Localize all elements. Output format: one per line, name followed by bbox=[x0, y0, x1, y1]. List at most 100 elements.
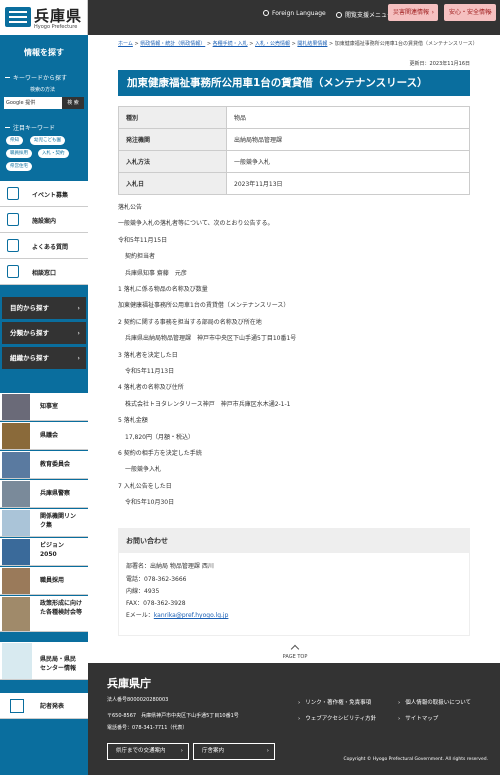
email-link[interactable]: kanrika@pref.hyogo.lg.jp bbox=[154, 612, 229, 619]
chevron-right-icon: › bbox=[180, 748, 183, 754]
body-paragraph: 4 落札者の名称及び住所 bbox=[118, 384, 184, 391]
body-paragraph: 契約担当者 bbox=[125, 253, 156, 260]
chevron-right-icon: › bbox=[77, 304, 80, 312]
prefectural-center-link[interactable]: 県民局・県民センター情報 bbox=[0, 642, 88, 680]
vision-photo bbox=[2, 539, 30, 565]
footer-link-sitemap[interactable]: サイトマップ bbox=[398, 714, 438, 722]
keyword-tag[interactable]: 入札・契約 bbox=[38, 149, 69, 158]
breadcrumb-link[interactable]: ホーム bbox=[118, 41, 133, 47]
contact-box: お問い合わせ 部署名：出納局 物品管理課 西川 電話：078-362-3666 … bbox=[118, 528, 470, 636]
breadcrumb-link[interactable]: 開札結果情報 bbox=[297, 41, 327, 47]
body-paragraph: 7 入札公告をした日 bbox=[118, 483, 172, 490]
keyword-tag[interactable]: 県知 bbox=[6, 136, 23, 145]
corporate-number: 法人番号8000020280003 bbox=[107, 697, 169, 703]
page-top-button[interactable]: PAGE TOP bbox=[270, 644, 320, 660]
photo-link-vision[interactable]: ビジョン2050 bbox=[0, 538, 88, 566]
sidebar-item-faq[interactable]: よくある質問 bbox=[0, 233, 88, 259]
photo-link-assembly[interactable]: 県議会 bbox=[0, 422, 88, 450]
hot-keywords-heading: 注目キーワード bbox=[5, 123, 55, 132]
sidebar-item-consultation[interactable]: 相談窓口 bbox=[0, 259, 88, 285]
sidebar: 情報を探す キーワードから探す 検索の方法 Google 提供 検 索 注目キー… bbox=[0, 35, 88, 775]
table-row: 発注機関 出納局物品管理課 bbox=[118, 128, 470, 151]
site-header: 兵庫県 Hyogo Prefecture Foreign Language 閲覧… bbox=[0, 0, 500, 35]
safety-info-button[interactable]: 安心・安全情報 › bbox=[444, 4, 496, 21]
contact-extension: 内線：4935 bbox=[126, 588, 160, 595]
table-value: 2023年11月13日 bbox=[226, 172, 470, 195]
info-table: 種別 物品 発注機関 出納局物品管理課 入札方法 一般競争入札 入札日 2023年11月… bbox=[118, 106, 470, 195]
browse-by-purpose[interactable]: 目的から探す › bbox=[2, 297, 86, 319]
browse-by-organization[interactable]: 組織から探す › bbox=[2, 347, 86, 369]
search-input[interactable]: Google 提供 bbox=[4, 97, 62, 109]
keyword-tag[interactable]: 幼児こども園 bbox=[30, 136, 65, 145]
contact-email: Eメール：kanrika@pref.hyogo.lg.jp bbox=[126, 612, 229, 619]
body-paragraph: 令和5年11月13日 bbox=[125, 368, 175, 375]
breadcrumb-link[interactable]: 県政情報・統計（県政情報） bbox=[140, 41, 205, 47]
photo-link-related-links[interactable]: 関係機関リンク集 bbox=[0, 509, 88, 537]
table-value: 出納局物品管理課 bbox=[226, 128, 470, 151]
site-logo[interactable]: 兵庫県 Hyogo Prefecture bbox=[0, 0, 88, 35]
table-value: 物品 bbox=[226, 106, 470, 129]
table-key: 入札方法 bbox=[118, 150, 227, 173]
disaster-info-button[interactable]: 災害関連情報 › bbox=[388, 4, 438, 21]
body-paragraph: 兵庫県出納局物品管理課 神戸市中央区下山手通5丁目10番1号 bbox=[125, 335, 297, 342]
photo-link-education[interactable]: 教育委員会 bbox=[0, 451, 88, 479]
copyright: Copyright © Hyogo Prefectural Government… bbox=[343, 757, 488, 762]
body-paragraph: 令和5年11月15日 bbox=[118, 237, 168, 244]
page-title: 加東健康福祉事務所公用車1台の賃貸借（メンテナンスリース） bbox=[118, 70, 470, 96]
sidebar-item-events[interactable]: イベント募集 bbox=[0, 181, 88, 207]
footer-phone: 電話番号：078-341-7711（代表） bbox=[107, 725, 188, 731]
keyword-search-heading: キーワードから探す bbox=[5, 73, 67, 82]
sidebar-item-facilities[interactable]: 施設案内 bbox=[0, 207, 88, 233]
map-icon bbox=[2, 643, 32, 679]
contact-fax: FAX：078-362-3928 bbox=[126, 600, 186, 607]
megaphone-icon bbox=[7, 187, 19, 200]
building-icon bbox=[7, 213, 19, 226]
policy-photo bbox=[2, 597, 30, 631]
photo-link-governor[interactable]: 知事室 bbox=[0, 393, 88, 421]
table-key: 種別 bbox=[118, 106, 227, 129]
hyogo-emblem-icon bbox=[5, 7, 31, 27]
foreign-language-link[interactable]: Foreign Language bbox=[263, 10, 326, 17]
search-method-link[interactable]: 検索の方法 bbox=[30, 86, 55, 93]
building-guide-button[interactable]: 庁舎案内 › bbox=[193, 743, 275, 760]
chevron-right-icon: › bbox=[77, 329, 80, 337]
search-button[interactable]: 検 索 bbox=[62, 97, 84, 109]
chevron-right-icon: › bbox=[431, 9, 434, 16]
footer-link-privacy[interactable]: 個人情報の取扱いについて bbox=[398, 698, 471, 706]
chevron-right-icon: › bbox=[489, 9, 492, 16]
breadcrumb-link[interactable]: 各種手続・入札 bbox=[213, 41, 248, 47]
browse-support-link[interactable]: 閲覧支援メニュー bbox=[336, 10, 393, 19]
chevron-right-icon: › bbox=[266, 748, 269, 754]
logo-text: 兵庫県 bbox=[34, 7, 83, 25]
assembly-photo bbox=[2, 423, 30, 449]
press-release-link[interactable]: 記者発表 bbox=[0, 693, 88, 719]
breadcrumb-link[interactable]: 入札・公売情報 bbox=[255, 41, 290, 47]
chevron-up-icon bbox=[290, 644, 300, 654]
browse-by-category[interactable]: 分類から探す › bbox=[2, 322, 86, 344]
table-key: 入札日 bbox=[118, 172, 227, 195]
education-photo bbox=[2, 452, 30, 478]
breadcrumb-current: 加東健康福祉事務所公用車1台の賃貸借（メンテナンスリース） bbox=[334, 41, 478, 47]
body-paragraph: 17,820円（月額・税込） bbox=[125, 434, 194, 441]
body-paragraph: 株式会社トヨタレンタリース神戸 神戸市兵庫区水木通2-1-1 bbox=[125, 401, 291, 408]
photo-link-policy-review[interactable]: 政策形成に向けた各種検討会等 bbox=[0, 596, 88, 632]
keyword-tag[interactable]: 職員採用 bbox=[6, 149, 32, 158]
contact-dept: 部署名：出納局 物品管理課 西川 bbox=[126, 563, 214, 570]
table-row: 入札方法 一般競争入札 bbox=[118, 150, 470, 173]
globe-icon bbox=[263, 10, 269, 16]
body-paragraph: 加東健康福祉事務所公用車1台の賃貸借（メンテナンスリース） bbox=[118, 302, 290, 309]
person-icon bbox=[7, 265, 19, 278]
contact-phone: 電話：078-362-3666 bbox=[126, 576, 187, 583]
access-button[interactable]: 県庁までの交通案内 › bbox=[107, 743, 189, 760]
body-paragraph: 1 落札に係る物品の名称及び数量 bbox=[118, 286, 208, 293]
keyword-tag[interactable]: 県営住宅 bbox=[6, 162, 32, 171]
contact-heading: お問い合わせ bbox=[119, 529, 469, 553]
body-paragraph: 一般競争入札 bbox=[125, 466, 162, 473]
footer-link-accessibility[interactable]: ウェブアクセシビリティ方針 bbox=[298, 714, 376, 722]
photo-link-police[interactable]: 兵庫県警察 bbox=[0, 480, 88, 508]
footer-link-copyright[interactable]: リンク・著作権・免責事項 bbox=[298, 698, 371, 706]
photo-link-recruitment[interactable]: 職員採用 bbox=[0, 567, 88, 595]
table-key: 発注機関 bbox=[118, 128, 227, 151]
sidebar-title: 情報を探す bbox=[24, 48, 64, 57]
footer-address: 〒650-8567 兵庫県神戸市中央区下山手通5丁目10番1号 bbox=[107, 713, 239, 719]
